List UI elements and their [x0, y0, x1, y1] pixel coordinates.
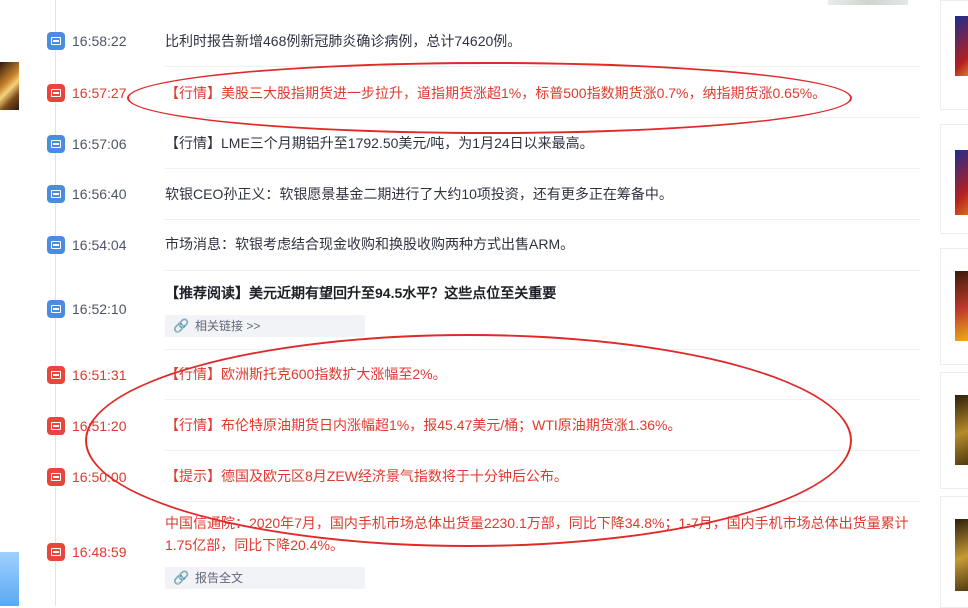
sidebar-card[interactable] — [940, 496, 968, 608]
sidebar-card-image — [955, 271, 968, 341]
item-time: 16:48:59 — [72, 544, 127, 560]
news-icon — [47, 543, 65, 561]
annotation-ellipse — [127, 62, 852, 134]
news-icon — [47, 417, 65, 435]
sidebar-card-image — [955, 519, 968, 591]
sidebar-card[interactable] — [940, 124, 968, 234]
top-image-strip — [828, 0, 908, 5]
right-sidebar — [938, 0, 968, 608]
sidebar-card[interactable] — [940, 0, 968, 110]
report-link-label: 报告全文 — [195, 571, 244, 585]
sidebar-card-image — [955, 150, 968, 215]
item-time: 16:57:27 — [72, 85, 127, 101]
news-icon — [47, 236, 65, 254]
item-time: 16:52:10 — [72, 301, 127, 317]
news-icon — [47, 366, 65, 384]
item-text[interactable]: 比利时报告新增468例新冠肺炎确诊病例，总计74620例。 — [165, 30, 920, 52]
news-icon — [47, 468, 65, 486]
item-text[interactable]: 软银CEO孙正义：软银愿景基金二期进行了大约10项投资，还有更多正在筹备中。 — [165, 183, 920, 205]
item-time: 16:57:06 — [72, 136, 127, 152]
related-link-button[interactable]: 🔗 相关链接 >> — [165, 315, 365, 337]
item-time: 16:58:22 — [72, 33, 127, 49]
feed-item: 16:54:04 市场消息：软银考虑结合现金收购和换股收购两种方式出售ARM。 — [0, 220, 920, 271]
related-link-label: 相关链接 >> — [195, 319, 261, 333]
item-text[interactable]: 【推荐阅读】美元近期有望回升至94.5水平？这些点位至关重要 — [165, 282, 920, 304]
news-icon — [47, 32, 65, 50]
news-icon — [47, 185, 65, 203]
sidebar-card[interactable] — [940, 248, 968, 365]
news-icon — [47, 300, 65, 318]
item-time: 16:54:04 — [72, 237, 127, 253]
news-icon — [47, 135, 65, 153]
link-icon: 🔗 — [173, 570, 190, 585]
item-time: 16:56:40 — [72, 186, 127, 202]
sidebar-card[interactable] — [940, 372, 968, 489]
item-text[interactable]: 【行情】LME三个月期铝升至1792.50美元/吨，为1月24日以来最高。 — [165, 132, 920, 154]
sidebar-card-image — [955, 395, 968, 465]
item-text[interactable]: 市场消息：软银考虑结合现金收购和换股收购两种方式出售ARM。 — [165, 233, 920, 255]
news-icon — [47, 84, 65, 102]
link-icon: 🔗 — [173, 318, 190, 333]
feed-item: 16:58:22 比利时报告新增468例新冠肺炎确诊病例，总计74620例。 — [0, 16, 920, 67]
report-link-button[interactable]: 🔗 报告全文 — [165, 567, 365, 589]
sidebar-card-image — [955, 16, 968, 76]
item-time: 16:51:31 — [72, 367, 127, 383]
annotation-ellipse — [85, 334, 852, 547]
feed-item: 16:56:40 软银CEO孙正义：软银愿景基金二期进行了大约10项投资，还有更… — [0, 169, 920, 220]
